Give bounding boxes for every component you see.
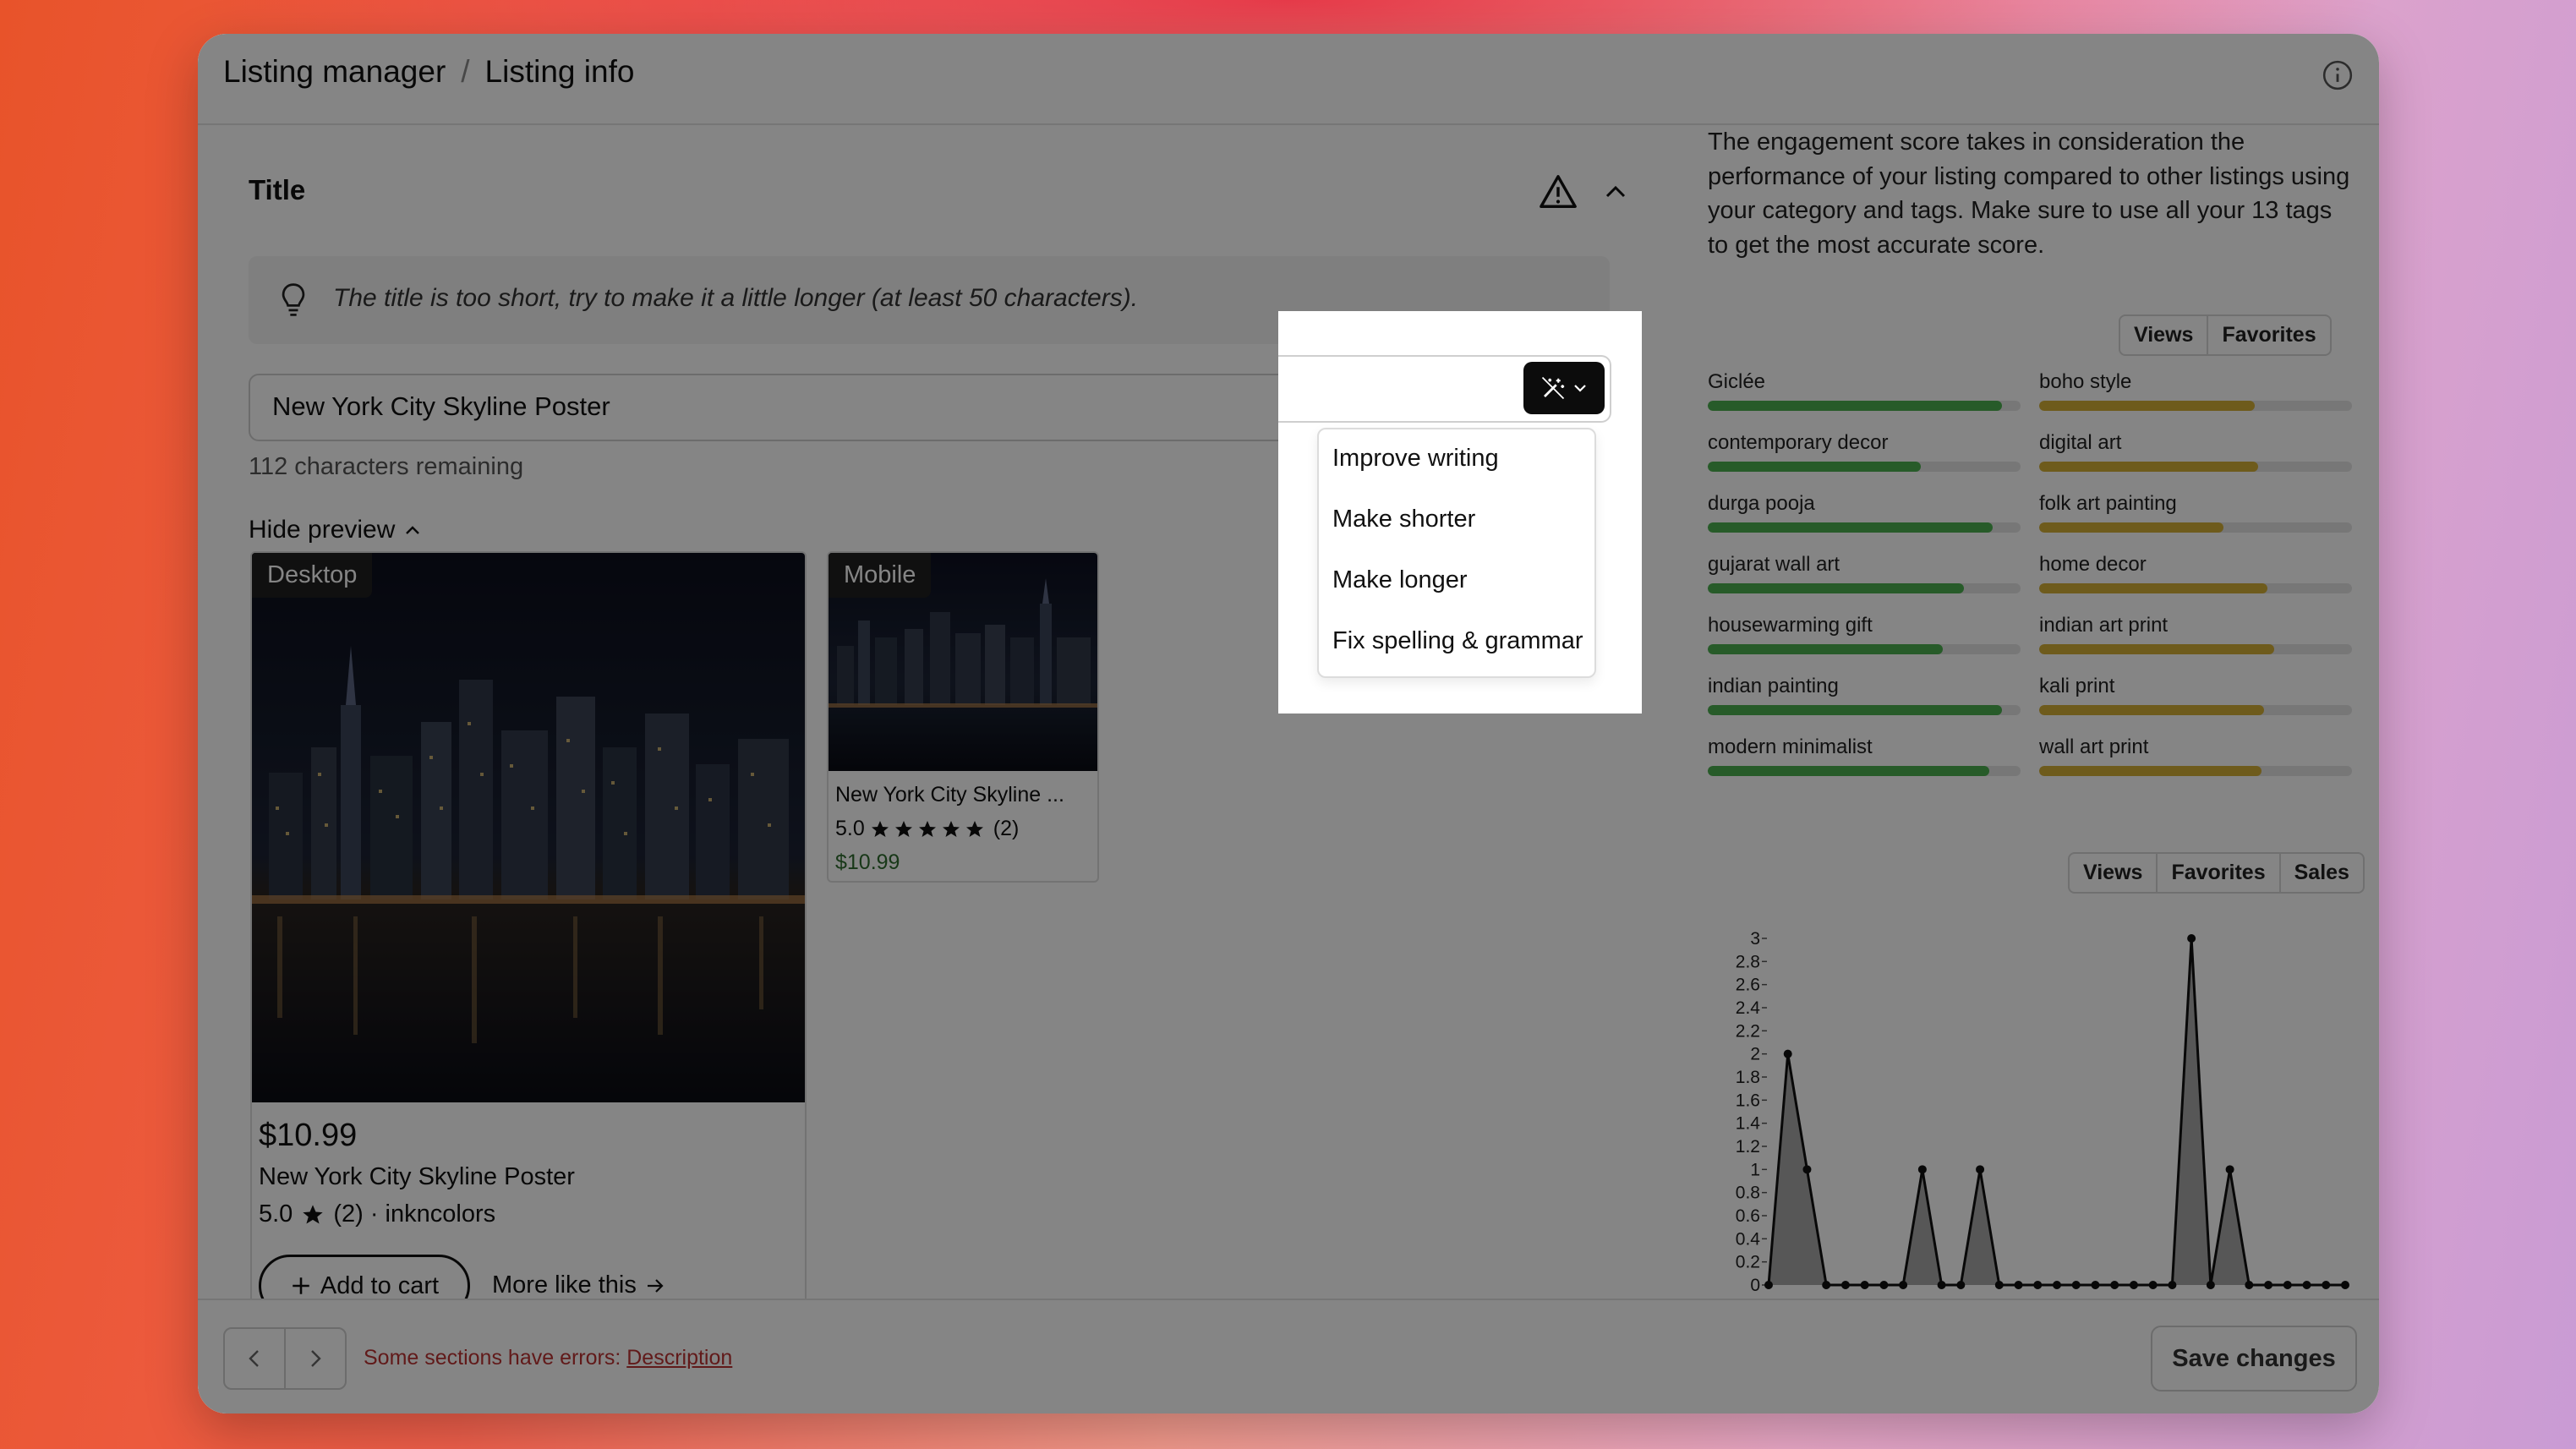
ai-assist-menu: Improve writing Make shorter Make longer… <box>1317 428 1596 678</box>
menu-item-make-shorter[interactable]: Make shorter <box>1332 506 1475 533</box>
modal-overlay <box>198 34 2379 1413</box>
app-window: Listing manager / Listing info Title The… <box>198 34 2379 1413</box>
ai-assist-popup: Improve writing Make shorter Make longer… <box>1278 311 1642 714</box>
menu-item-make-longer[interactable]: Make longer <box>1332 566 1468 594</box>
chevron-down-icon <box>1574 385 1586 392</box>
magic-wand-icon <box>1541 376 1565 400</box>
menu-item-fix-spelling[interactable]: Fix spelling & grammar <box>1332 627 1583 655</box>
ai-assist-button[interactable] <box>1523 362 1605 414</box>
menu-item-improve-writing[interactable]: Improve writing <box>1332 445 1499 473</box>
